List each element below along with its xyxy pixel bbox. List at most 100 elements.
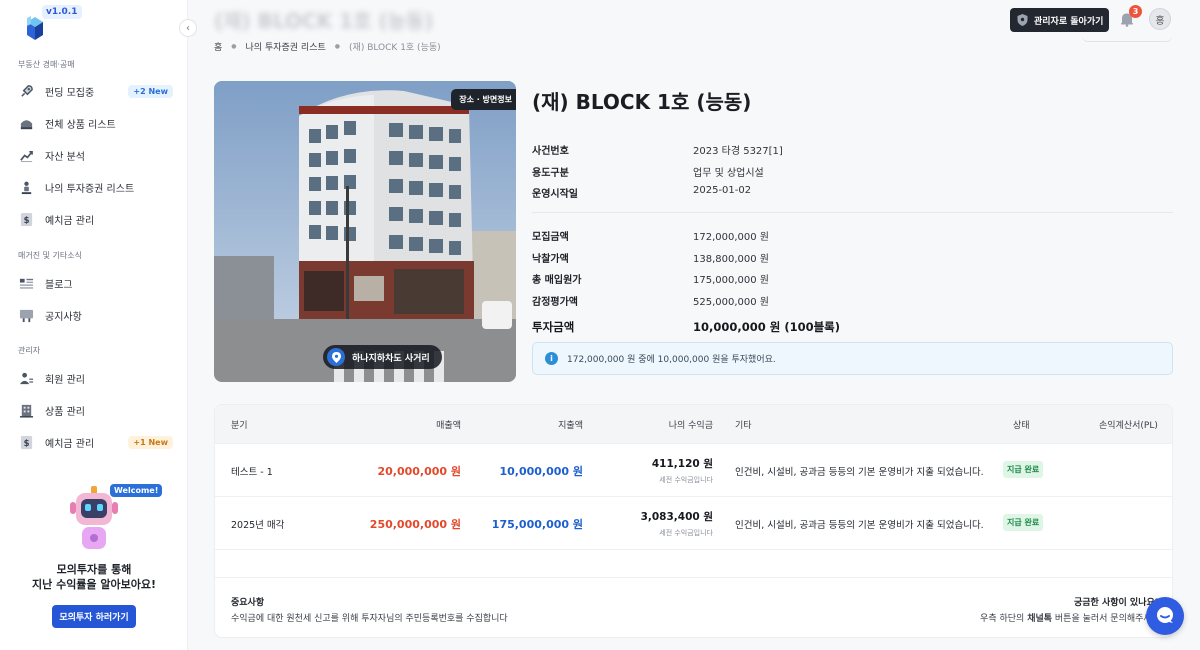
sidebar-item-my-securities[interactable]: 나의 투자증권 리스트 bbox=[18, 177, 173, 197]
cart-icon bbox=[18, 307, 34, 323]
sidebar-item-label: 자산 분석 bbox=[45, 151, 85, 163]
table-row-empty bbox=[215, 549, 1172, 577]
breadcrumb-current: (재) BLOCK 1호 (능동) bbox=[349, 43, 441, 53]
invest-value: 10,000,000 원 (100블록) bbox=[693, 320, 841, 334]
investment-info-text: 172,000,000 원 중에 10,000,000 원을 투자했어요. bbox=[567, 355, 776, 365]
cell-etc: 인건비, 시설비, 공과금 등등의 기본 운영비가 지출 되었습니다. bbox=[735, 520, 984, 531]
detail-key: 용도구분 bbox=[532, 168, 569, 179]
help-note: 궁금한 사항이 있나요? 우측 하단의 채널톡 버튼을 눌러서 문의해주세요 bbox=[980, 595, 1160, 624]
sidebar-item-label: 나의 투자증권 리스트 bbox=[45, 183, 135, 195]
cell-revenue: 250,000,000 원 bbox=[369, 518, 461, 531]
cell-expense: 10,000,000 원 bbox=[499, 465, 583, 478]
promo-line-1: 모의투자를 통해 bbox=[56, 563, 132, 576]
back-to-admin-label: 관리자로 돌아가기 bbox=[1034, 16, 1104, 27]
invest-amount-row: 투자금액 10,000,000 원 (100블록) bbox=[532, 319, 1172, 335]
chat-bubble-icon bbox=[1155, 605, 1175, 628]
table-row[interactable]: 2025년 매각 250,000,000 원 175,000,000 원 3,0… bbox=[215, 496, 1172, 549]
property-photo: 장소 · 방면정보 하나지하차도 사거리 bbox=[214, 81, 516, 382]
notes-footer: 중요사항 수익금에 대한 원천세 신고를 위해 투자자님의 주민등록번호를 수집… bbox=[215, 577, 1172, 637]
sidebar-item-members[interactable]: 회원 관리 bbox=[18, 368, 173, 388]
sidebar-item-label: 전체 상품 리스트 bbox=[45, 119, 116, 131]
quarterly-table: 분기 매출액 지출액 나의 수익금 기타 상태 손익계산서(PL) 테스트 - … bbox=[214, 404, 1173, 638]
product-title: (재) BLOCK 1호 (능동) bbox=[532, 90, 752, 114]
breadcrumb: 홈 ● 나의 투자증권 리스트 ● (재) BLOCK 1호 (능동) bbox=[214, 40, 441, 53]
version-badge: v1.0.1 bbox=[42, 5, 82, 19]
sidebar-item-all-products[interactable]: 전체 상품 리스트 bbox=[18, 113, 173, 133]
detail-row: 사건번호 2023 타경 5327[1] bbox=[532, 142, 1172, 157]
promo-line-2: 지난 수익률을 알아보아요! bbox=[32, 578, 156, 591]
amount-key: 모집금액 bbox=[532, 232, 569, 243]
location-label: 하나지하차도 사거리 bbox=[352, 353, 430, 364]
divider bbox=[532, 212, 1173, 213]
sidebar-item-notice[interactable]: 공지사항 bbox=[18, 305, 173, 325]
help-note-channel: 채널톡 bbox=[1027, 614, 1053, 624]
profit-subtext: 세전 수익금입니다 bbox=[659, 476, 713, 484]
detail-key: 운영시작일 bbox=[532, 189, 578, 200]
breadcrumb-separator-icon: ● bbox=[231, 43, 237, 50]
amount-key: 총 매입원가 bbox=[532, 275, 582, 286]
person-icon bbox=[18, 179, 34, 195]
trend-chart-icon bbox=[18, 147, 34, 163]
amount-row: 감정평가액 525,000,000 원 bbox=[532, 293, 1172, 308]
sidebar-item-blog[interactable]: 블로그 bbox=[18, 273, 173, 293]
sidebar-collapse-button[interactable]: ‹ bbox=[179, 19, 197, 37]
sidebar-item-asset-analysis[interactable]: 자산 분석 bbox=[18, 145, 173, 165]
sidebar-item-products[interactable]: 상품 관리 bbox=[18, 400, 173, 420]
shield-icon bbox=[1017, 14, 1028, 26]
col-status: 상태 bbox=[1013, 421, 1030, 431]
sidebar-item-deposit-admin[interactable]: $ 예치금 관리 +1 New bbox=[18, 432, 173, 452]
chevron-left-icon: ‹ bbox=[186, 22, 190, 34]
sidebar-item-label: 예치금 관리 bbox=[45, 215, 95, 227]
profit-value: 411,120 원 bbox=[651, 458, 713, 470]
detail-value: 업무 및 상업시설 bbox=[693, 168, 764, 179]
welcome-badge: Welcome! bbox=[110, 484, 163, 497]
sidebar-item-label: 예치금 관리 bbox=[45, 438, 95, 450]
breadcrumb-separator-icon: ● bbox=[334, 43, 341, 50]
amount-row: 총 매입원가 175,000,000 원 bbox=[532, 271, 1172, 286]
sidebar-item-deposit[interactable]: $ 예치금 관리 bbox=[18, 209, 173, 229]
help-note-title: 궁금한 사항이 있나요? bbox=[1073, 598, 1160, 608]
back-to-admin-button[interactable]: 관리자로 돌아가기 bbox=[1010, 8, 1109, 32]
table-row[interactable]: 테스트 - 1 20,000,000 원 10,000,000 원 411,12… bbox=[215, 443, 1172, 496]
important-note-title: 중요사항 bbox=[231, 598, 265, 608]
amount-row: 모집금액 172,000,000 원 bbox=[532, 228, 1172, 243]
investment-info-box: i 172,000,000 원 중에 10,000,000 원을 투자했어요. bbox=[532, 342, 1173, 375]
detail-value: 2023 타경 5327[1] bbox=[693, 146, 783, 157]
svg-text:$: $ bbox=[23, 437, 29, 447]
section-title-auction: 부동산 경매·공매 bbox=[18, 60, 75, 69]
sidebar-item-label: 공지사항 bbox=[45, 311, 82, 323]
location-chip[interactable]: 하나지하차도 사거리 bbox=[323, 345, 442, 369]
blurred-page-title: (재) BLOCK 1호 (능동) bbox=[214, 9, 434, 33]
important-note: 중요사항 수익금에 대한 원천세 신고를 위해 투자자님의 주민등록번호를 수집… bbox=[231, 595, 508, 624]
detail-value: 2025-01-02 bbox=[693, 185, 752, 196]
sidebar-item-funding[interactable]: 펀딩 모집중 +2 New bbox=[18, 81, 173, 101]
profit-value: 3,083,400 원 bbox=[640, 511, 713, 523]
col-pl: 손익계산서(PL) bbox=[1099, 421, 1158, 431]
amount-value: 525,000,000 원 bbox=[693, 297, 769, 308]
important-note-text: 수익금에 대한 원천세 신고를 위해 투자자님의 주민등록번호를 수집합니다 bbox=[231, 614, 508, 624]
mock-invest-button[interactable]: 모의투자 하러가기 bbox=[52, 605, 136, 628]
notification-count-badge: 3 bbox=[1129, 5, 1142, 18]
promo-text: 모의투자를 통해 지난 수익률을 알아보아요! bbox=[18, 562, 170, 592]
cell-profit: 3,083,400 원 세전 수익금입니다 bbox=[641, 509, 713, 538]
amount-key: 낙찰가액 bbox=[532, 254, 569, 265]
channel-talk-button[interactable] bbox=[1146, 597, 1184, 635]
amount-row: 낙찰가액 138,800,000 원 bbox=[532, 250, 1172, 265]
detail-key: 사건번호 bbox=[532, 146, 569, 157]
help-note-pre: 우측 하단의 bbox=[980, 614, 1025, 624]
sidebar: v1.0.1 부동산 경매·공매 펀딩 모집중 +2 New 전체 상품 리스트… bbox=[0, 0, 188, 650]
amount-key: 감정평가액 bbox=[532, 297, 578, 308]
profit-subtext: 세전 수익금입니다 bbox=[659, 529, 713, 537]
new-badge: +1 New bbox=[128, 435, 173, 449]
status-badge: 지급 완료 bbox=[1003, 461, 1044, 478]
bag-icon bbox=[18, 115, 34, 131]
avatar[interactable]: 홍 bbox=[1149, 8, 1171, 30]
photo-tag[interactable]: 장소 · 방면정보 bbox=[451, 89, 516, 110]
users-icon bbox=[18, 370, 34, 386]
rocket-icon bbox=[18, 83, 34, 99]
cell-profit: 411,120 원 세전 수익금입니다 bbox=[652, 456, 713, 485]
breadcrumb-my-securities[interactable]: 나의 투자증권 리스트 bbox=[246, 40, 326, 53]
cell-quarter: 테스트 - 1 bbox=[231, 467, 273, 478]
breadcrumb-home[interactable]: 홈 bbox=[214, 40, 222, 53]
detail-row: 용도구분 업무 및 상업시설 bbox=[532, 164, 1172, 179]
